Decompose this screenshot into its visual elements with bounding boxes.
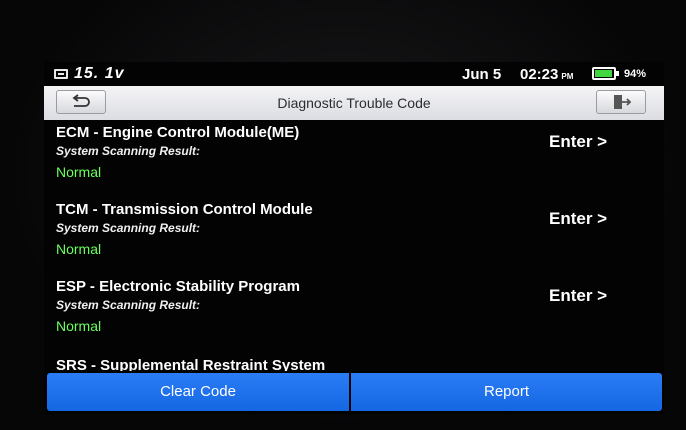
enter-button-esp[interactable]: Enter > [549, 286, 607, 306]
battery-fill [595, 70, 612, 77]
exit-button[interactable] [596, 90, 646, 114]
battery-icon [592, 67, 619, 80]
result-status: Normal [56, 241, 102, 257]
list-item-srs[interactable]: SRS - Supplemental Restraint System [44, 351, 664, 371]
device-screen: 15. 1v Jun 5 02:23 PM 94% Diagnostic Trou… [44, 62, 664, 414]
module-name: ECM - Engine Control Module(ME) [56, 124, 300, 141]
module-name: TCM - Transmission Control Module [56, 201, 313, 218]
status-time-value: 02:23 [520, 66, 559, 83]
status-bar: 15. 1v Jun 5 02:23 PM 94% [44, 62, 664, 86]
result-label: System Scanning Result: [56, 221, 201, 235]
list-item-ecm[interactable]: ECM - Engine Control Module(ME) System S… [44, 120, 664, 197]
result-status: Normal [56, 164, 102, 180]
module-name: ESP - Electronic Stability Program [56, 278, 300, 295]
status-time: 02:23 PM [520, 66, 573, 83]
module-name: SRS - Supplemental Restraint System [56, 357, 326, 371]
report-button[interactable]: Report [351, 373, 662, 411]
clear-code-button[interactable]: Clear Code [47, 373, 349, 411]
voltage-readout: 15. 1v [74, 65, 125, 82]
exit-door-icon [614, 95, 632, 109]
result-label: System Scanning Result: [56, 144, 201, 158]
list-item-esp[interactable]: ESP - Electronic Stability Program Syste… [44, 274, 664, 351]
status-date: Jun 5 [462, 66, 502, 83]
battery-percent: 94% [624, 68, 647, 80]
title-bar: Diagnostic Trouble Code [44, 86, 664, 120]
enter-button-tcm[interactable]: Enter > [549, 209, 607, 229]
page-title: Diagnostic Trouble Code [277, 95, 431, 111]
enter-button-ecm[interactable]: Enter > [549, 132, 607, 152]
bottom-action-bar: Clear Code Report [44, 373, 664, 411]
status-ampm: PM [561, 72, 574, 81]
result-label: System Scanning Result: [56, 298, 201, 312]
battery-voltage-icon [54, 69, 68, 79]
module-list: ECM - Engine Control Module(ME) System S… [44, 120, 664, 371]
result-status: Normal [56, 318, 102, 334]
list-item-tcm[interactable]: TCM - Transmission Control Module System… [44, 197, 664, 274]
